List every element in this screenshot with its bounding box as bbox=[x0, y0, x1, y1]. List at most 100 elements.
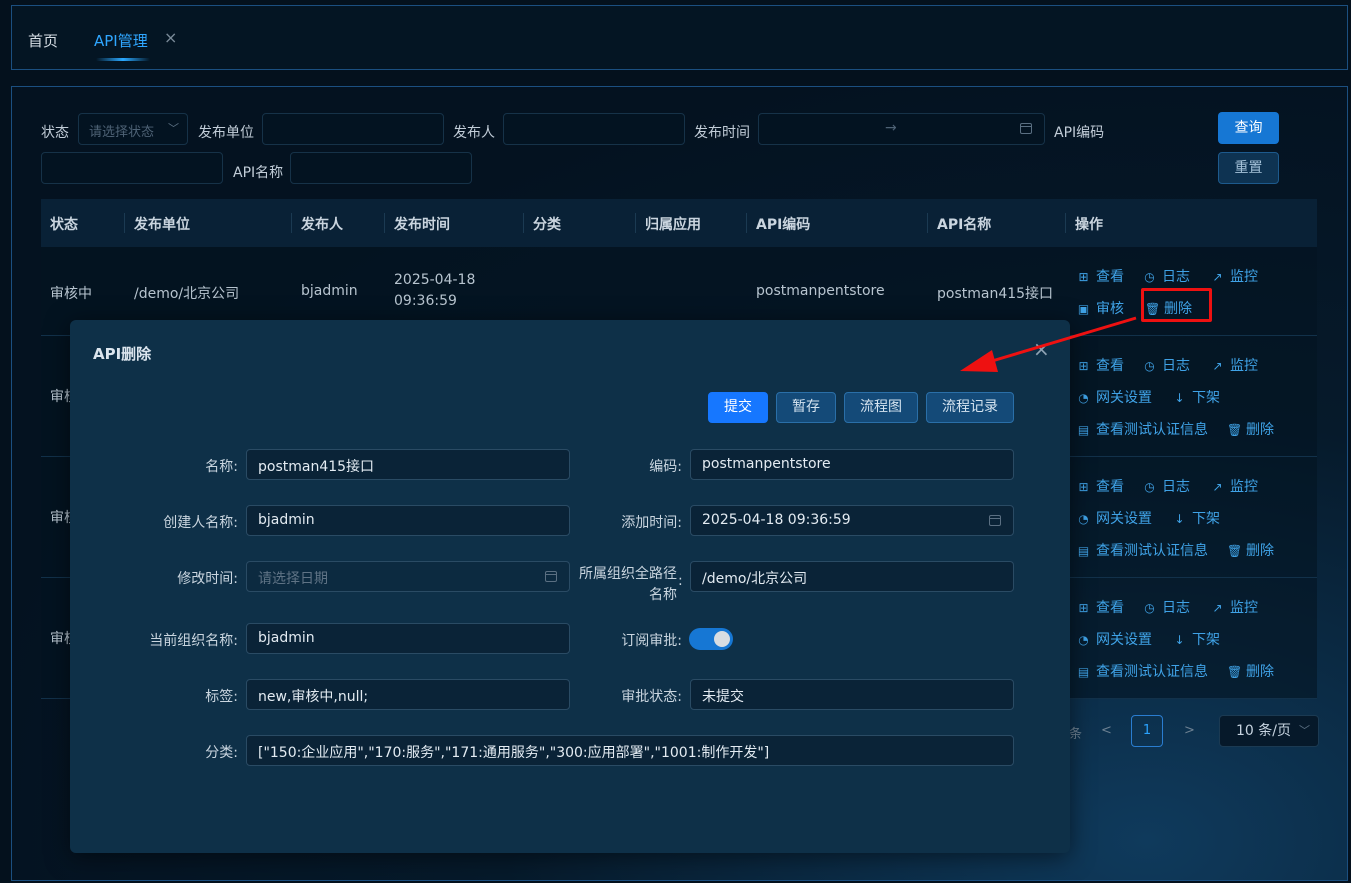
monitor-label: 监控 bbox=[1230, 358, 1258, 374]
flow-record-button[interactable]: 流程记录 bbox=[926, 392, 1014, 423]
pager-prev-icon[interactable]: < bbox=[1101, 723, 1112, 738]
range-arrow-icon: → bbox=[885, 120, 897, 136]
code-field[interactable]: postmanpentstore bbox=[690, 449, 1014, 480]
flowchart-button[interactable]: 流程图 bbox=[844, 392, 918, 423]
submit-button[interactable]: 提交 bbox=[708, 392, 768, 423]
gateway-action[interactable]: ◔ 网关设置 bbox=[1077, 387, 1152, 407]
view-action[interactable]: ⊞ 查看 bbox=[1077, 476, 1124, 496]
delete-action[interactable]: 🗑 删除 bbox=[1227, 419, 1274, 439]
query-button[interactable]: 查询 bbox=[1218, 112, 1279, 144]
approval-status-value: 未提交 bbox=[702, 689, 744, 705]
approval-status-field[interactable]: 未提交 bbox=[690, 679, 1014, 710]
org-path-field[interactable]: /demo/北京公司 bbox=[690, 561, 1014, 592]
monitor-action[interactable]: ↗ 监控 bbox=[1211, 476, 1258, 496]
code-input[interactable] bbox=[41, 152, 223, 184]
calendar-icon bbox=[545, 571, 557, 582]
clock-icon: ◷ bbox=[1144, 601, 1155, 615]
document-icon: ▤ bbox=[1077, 423, 1090, 437]
pager-page-1[interactable]: 1 bbox=[1131, 715, 1163, 747]
auth-info-action[interactable]: ▤ 查看测试认证信息 bbox=[1077, 419, 1208, 439]
page-size-select[interactable]: 10 条/页 ﹀ bbox=[1219, 715, 1319, 747]
chevron-down-icon: ﹀ bbox=[1299, 724, 1310, 737]
tab-api-management[interactable]: API管理 bbox=[94, 30, 148, 51]
header-category: 分类 bbox=[533, 217, 561, 233]
unit-input[interactable] bbox=[262, 113, 444, 145]
line-chart-icon: ↗ bbox=[1212, 480, 1223, 494]
view-label: 查看 bbox=[1096, 600, 1124, 616]
offline-action[interactable]: ↓ 下架 bbox=[1173, 387, 1220, 407]
calendar-icon bbox=[989, 515, 1001, 526]
view-action[interactable]: ⊞ 查看 bbox=[1077, 597, 1124, 617]
pager-next-icon[interactable]: > bbox=[1184, 723, 1195, 738]
header-publisher: 发布人 bbox=[301, 217, 343, 233]
name-label: 名称: bbox=[205, 459, 238, 475]
calendar-check-icon: ▣ bbox=[1077, 302, 1090, 316]
tab-home[interactable]: 首页 bbox=[28, 30, 58, 51]
log-action[interactable]: ◷ 日志 bbox=[1143, 476, 1190, 496]
trash-icon: 🗑 bbox=[1227, 544, 1243, 558]
row-time: 09:36:59 bbox=[394, 293, 457, 309]
modify-time-field[interactable]: 请选择日期 bbox=[246, 561, 570, 592]
gateway-action[interactable]: ◔ 网关设置 bbox=[1077, 508, 1152, 528]
view-action[interactable]: ⊞ 查看 bbox=[1077, 266, 1124, 286]
monitor-action[interactable]: ↗ 监控 bbox=[1211, 355, 1258, 375]
document-icon: ▤ bbox=[1077, 544, 1090, 558]
review-action[interactable]: ▣ 审核 bbox=[1077, 298, 1124, 318]
active-tab-indicator bbox=[96, 58, 150, 61]
gateway-action[interactable]: ◔ 网关设置 bbox=[1077, 629, 1152, 649]
clock-icon: ◷ bbox=[1144, 480, 1155, 494]
time-range-picker[interactable]: → bbox=[758, 113, 1045, 145]
org-path-label-line1: 所属组织全路径 bbox=[579, 566, 677, 582]
added-time-label: 添加时间: bbox=[621, 515, 682, 531]
line-chart-icon: ↗ bbox=[1212, 359, 1223, 373]
review-label: 审核 bbox=[1096, 301, 1124, 317]
offline-action[interactable]: ↓ 下架 bbox=[1173, 508, 1220, 528]
row-code: postmanpentstore bbox=[756, 283, 885, 299]
auth-info-action[interactable]: ▤ 查看测试认证信息 bbox=[1077, 661, 1208, 681]
row-publisher: bjadmin bbox=[301, 283, 358, 299]
code-label: 编码: bbox=[649, 459, 682, 475]
tags-field[interactable]: new,审核中,null; bbox=[246, 679, 570, 710]
header-divider bbox=[1065, 213, 1066, 233]
monitor-action[interactable]: ↗ 监控 bbox=[1211, 597, 1258, 617]
log-action[interactable]: ◷ 日志 bbox=[1143, 355, 1190, 375]
code-filter-label: API编码 bbox=[1054, 125, 1105, 141]
publisher-input[interactable] bbox=[503, 113, 685, 145]
reset-button[interactable]: 重置 bbox=[1218, 152, 1279, 184]
view-action[interactable]: ⊞ 查看 bbox=[1077, 355, 1124, 375]
line-chart-icon: ↗ bbox=[1212, 601, 1223, 615]
monitor-label: 监控 bbox=[1230, 269, 1258, 285]
view-label: 查看 bbox=[1096, 479, 1124, 495]
auth-info-action[interactable]: ▤ 查看测试认证信息 bbox=[1077, 540, 1208, 560]
row-status: 审核中 bbox=[50, 286, 92, 302]
row-unit: /demo/北京公司 bbox=[134, 286, 240, 302]
chevron-down-icon: ﹀ bbox=[168, 122, 179, 135]
status-select[interactable]: 请选择状态 ﹀ bbox=[78, 113, 188, 145]
name-field[interactable]: postman415接口 bbox=[246, 449, 570, 480]
creator-field[interactable]: bjadmin bbox=[246, 505, 570, 536]
calendar-icon bbox=[1020, 123, 1032, 134]
modify-time-placeholder: 请选择日期 bbox=[258, 571, 328, 587]
delete-action[interactable]: 🗑 删除 bbox=[1227, 540, 1274, 560]
close-icon[interactable]: × bbox=[164, 28, 177, 47]
log-action[interactable]: ◷ 日志 bbox=[1143, 597, 1190, 617]
offline-action[interactable]: ↓ 下架 bbox=[1173, 629, 1220, 649]
close-icon[interactable]: × bbox=[1033, 337, 1050, 361]
publisher-filter-label: 发布人 bbox=[453, 125, 495, 141]
monitor-action[interactable]: ↗ 监控 bbox=[1211, 266, 1258, 286]
auth-info-label: 查看测试认证信息 bbox=[1096, 422, 1208, 438]
delete-label: 删除 bbox=[1246, 664, 1274, 680]
added-time-field[interactable]: 2025-04-18 09:36:59 bbox=[690, 505, 1014, 536]
current-org-field[interactable]: bjadmin bbox=[246, 623, 570, 654]
save-draft-button[interactable]: 暂存 bbox=[776, 392, 836, 423]
name-input[interactable] bbox=[290, 152, 472, 184]
subscribe-toggle[interactable] bbox=[689, 628, 733, 650]
row-date: 2025-04-18 bbox=[394, 272, 476, 288]
dialog-title: API删除 bbox=[93, 345, 152, 363]
grid-icon: ⊞ bbox=[1078, 270, 1089, 284]
unit-filter-label: 发布单位 bbox=[198, 125, 254, 141]
delete-action[interactable]: 🗑 删除 bbox=[1227, 661, 1274, 681]
log-action[interactable]: ◷ 日志 bbox=[1143, 266, 1190, 286]
tags-value: new,审核中,null; bbox=[258, 689, 369, 705]
category-field[interactable]: ["150:企业应用","170:服务","171:通用服务","300:应用部… bbox=[246, 735, 1014, 766]
